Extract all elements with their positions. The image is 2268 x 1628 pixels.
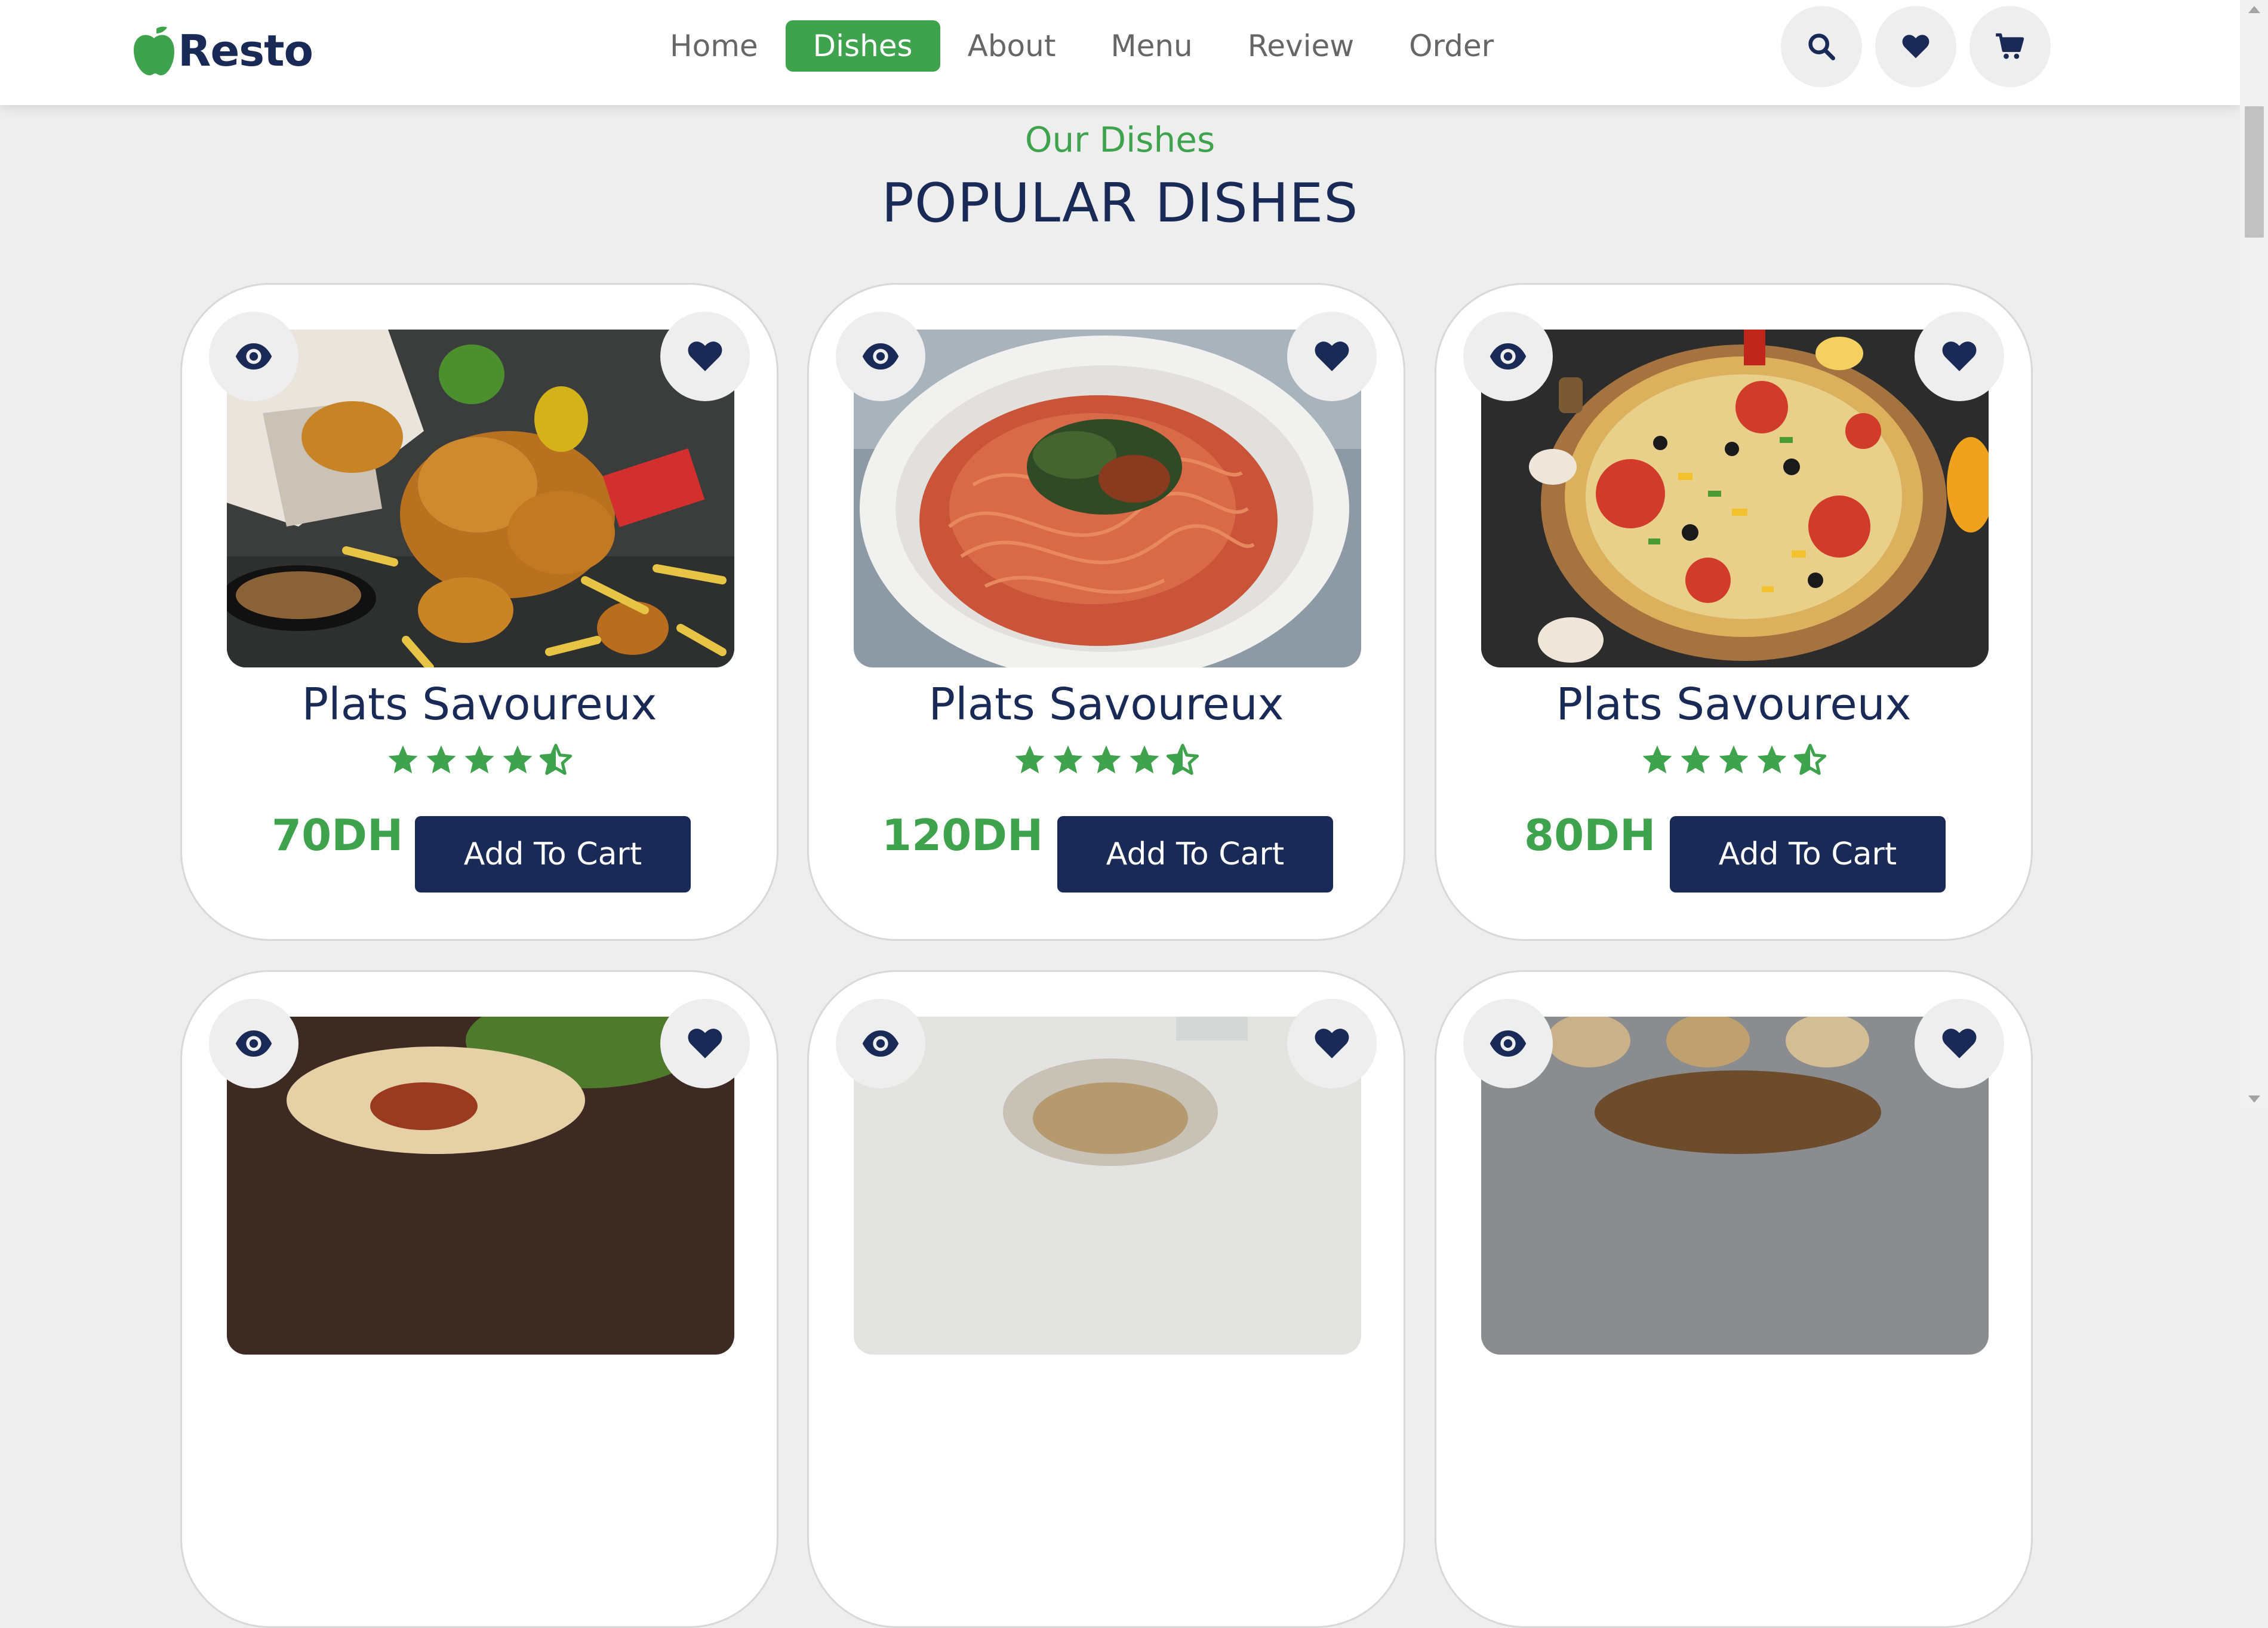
heart-icon bbox=[1902, 35, 1930, 59]
dish-card: Plats Savoureux 70DH Add To Cart bbox=[180, 283, 778, 941]
star-rating bbox=[809, 743, 1404, 777]
star-icon bbox=[1719, 745, 1749, 774]
quick-view-button[interactable] bbox=[1463, 312, 1553, 401]
star-half-icon bbox=[1166, 743, 1199, 775]
quick-view-button[interactable] bbox=[209, 312, 298, 401]
dish-name: Plats Savoureux bbox=[301, 679, 657, 730]
scrollbar-thumb[interactable] bbox=[2245, 106, 2264, 238]
eye-icon bbox=[862, 1030, 899, 1057]
dish-price: 120DH bbox=[882, 810, 1044, 860]
section-subtitle: Our Dishes bbox=[1024, 119, 1215, 160]
brand-name: Resto bbox=[178, 26, 313, 76]
heart-icon bbox=[688, 1029, 722, 1058]
quick-view-button[interactable] bbox=[1463, 999, 1553, 1088]
cart-button[interactable] bbox=[1970, 6, 2051, 87]
dish-card bbox=[180, 970, 778, 1628]
search-icon bbox=[1808, 33, 1835, 60]
eye-icon bbox=[235, 1030, 272, 1057]
search-button[interactable] bbox=[1781, 6, 1862, 87]
dish-image-spaghetti bbox=[854, 330, 1361, 667]
scroll-down-icon[interactable] bbox=[2248, 1095, 2260, 1103]
add-to-cart-button[interactable]: Add To Cart bbox=[1057, 816, 1333, 893]
dish-image-fried-chicken bbox=[227, 330, 734, 667]
star-icon bbox=[1130, 745, 1159, 774]
heart-icon bbox=[688, 341, 722, 371]
eye-icon bbox=[862, 343, 899, 370]
star-icon bbox=[388, 745, 418, 774]
star-icon bbox=[464, 745, 494, 774]
dish-card: Plats Savoureux 120DH Add To Cart bbox=[807, 283, 1405, 941]
favorite-button[interactable] bbox=[1287, 999, 1377, 1088]
star-icon bbox=[1091, 745, 1121, 774]
eye-icon bbox=[1490, 343, 1527, 370]
dish-name: Plats Savoureux bbox=[1556, 679, 1912, 730]
wishlist-button[interactable] bbox=[1875, 6, 1956, 87]
dish-price: 70DH bbox=[272, 810, 404, 860]
quick-view-button[interactable] bbox=[836, 312, 925, 401]
nav-order[interactable]: Order bbox=[1381, 20, 1521, 72]
dish-image bbox=[227, 1017, 734, 1355]
nav-dishes[interactable]: Dishes bbox=[785, 20, 940, 72]
nav-home[interactable]: Home bbox=[642, 20, 786, 72]
star-icon bbox=[1642, 745, 1672, 774]
dish-name: Plats Savoureux bbox=[928, 679, 1284, 730]
favorite-button[interactable] bbox=[1915, 312, 2004, 401]
star-icon bbox=[1757, 745, 1787, 774]
star-rating bbox=[182, 743, 777, 777]
apple-icon bbox=[134, 26, 174, 76]
eye-icon bbox=[235, 343, 272, 370]
cart-icon bbox=[1996, 33, 2024, 59]
star-rating bbox=[1436, 743, 2031, 777]
heart-icon bbox=[1315, 341, 1349, 371]
eye-icon bbox=[1490, 1030, 1527, 1057]
header-icons bbox=[1768, 6, 2051, 87]
dish-price: 80DH bbox=[1524, 810, 1656, 860]
star-icon bbox=[1015, 745, 1045, 774]
star-icon bbox=[503, 745, 533, 774]
dish-image-pizza bbox=[1481, 330, 1989, 667]
favorite-button[interactable] bbox=[1915, 999, 2004, 1088]
nav-review[interactable]: Review bbox=[1220, 20, 1381, 72]
star-icon bbox=[1053, 745, 1083, 774]
star-half-icon bbox=[539, 743, 573, 775]
dish-image bbox=[1481, 1017, 1989, 1355]
star-icon bbox=[426, 745, 456, 774]
add-to-cart-button[interactable]: Add To Cart bbox=[415, 816, 691, 893]
quick-view-button[interactable] bbox=[209, 999, 298, 1088]
scroll-up-icon[interactable] bbox=[2248, 6, 2260, 13]
dish-image bbox=[854, 1017, 1361, 1355]
heart-icon bbox=[1942, 1029, 1977, 1058]
nav-menu[interactable]: Menu bbox=[1083, 20, 1220, 72]
heart-icon bbox=[1942, 341, 1977, 371]
nav-about[interactable]: About bbox=[940, 20, 1084, 72]
favorite-button[interactable] bbox=[660, 312, 750, 401]
section-title: POPULAR DISHES bbox=[881, 172, 1359, 235]
quick-view-button[interactable] bbox=[836, 999, 925, 1088]
page-scrollbar[interactable] bbox=[2240, 0, 2268, 1109]
favorite-button[interactable] bbox=[660, 999, 750, 1088]
dish-card bbox=[807, 970, 1405, 1628]
star-half-icon bbox=[1793, 743, 1827, 775]
dish-card bbox=[1435, 970, 2033, 1628]
heart-icon bbox=[1315, 1029, 1349, 1058]
add-to-cart-button[interactable]: Add To Cart bbox=[1670, 816, 1946, 893]
main-nav: Home Dishes About Menu Review Order bbox=[642, 14, 1521, 78]
star-icon bbox=[1681, 745, 1710, 774]
favorite-button[interactable] bbox=[1287, 312, 1377, 401]
site-header: Resto Home Dishes About Menu Review Orde… bbox=[0, 0, 2240, 105]
brand-logo[interactable]: Resto bbox=[133, 18, 313, 84]
dish-card: Plats Savoureux 80DH Add To Cart bbox=[1435, 283, 2033, 941]
